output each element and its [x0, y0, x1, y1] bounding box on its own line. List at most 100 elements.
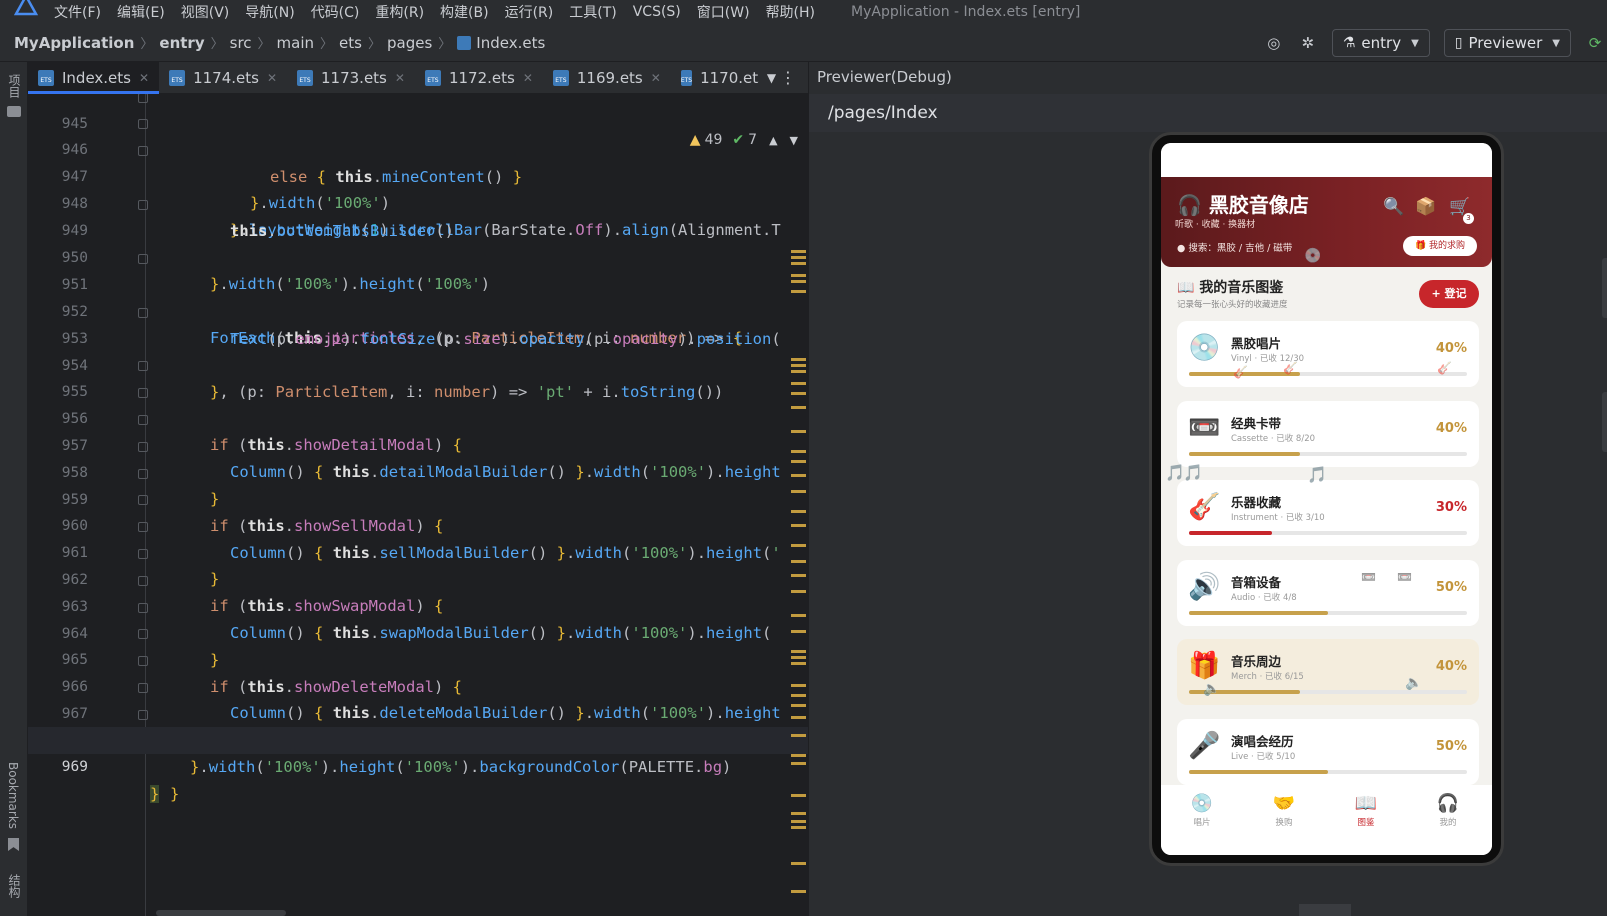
- chevron-down-icon[interactable]: ▼: [790, 134, 798, 147]
- menu-file[interactable]: 文件(F): [54, 2, 101, 22]
- horizontal-scrollbar[interactable]: [156, 910, 286, 916]
- chevron-down-icon[interactable]: ▼: [767, 71, 776, 85]
- category-card-merch[interactable]: 🎁 音乐周边 Merch · 已收 6/15 40%: [1177, 639, 1479, 705]
- error-stripe-mark[interactable]: [791, 544, 806, 547]
- fold-marker-icon[interactable]: [138, 469, 148, 479]
- error-stripe-mark[interactable]: [791, 754, 806, 757]
- close-icon[interactable]: ✕: [523, 71, 533, 85]
- fold-marker-icon[interactable]: [138, 495, 148, 505]
- project-tool-button[interactable]: 项目: [6, 74, 23, 98]
- error-stripe-mark[interactable]: [791, 890, 806, 893]
- menu-tools[interactable]: 工具(T): [569, 2, 616, 22]
- fold-marker-icon[interactable]: [138, 522, 148, 532]
- fold-marker-icon[interactable]: [138, 361, 148, 371]
- error-stripe-mark[interactable]: [791, 474, 806, 477]
- fold-marker-icon[interactable]: [138, 308, 148, 318]
- fold-marker-icon[interactable]: [138, 200, 148, 210]
- error-stripe-mark[interactable]: [791, 794, 806, 797]
- error-stripe-mark[interactable]: [791, 370, 806, 373]
- package-icon[interactable]: 📦: [1415, 197, 1436, 217]
- close-icon[interactable]: ✕: [395, 71, 405, 85]
- tab-index-ets[interactable]: ETS Index.ets ✕: [28, 61, 160, 94]
- error-stripe-mark[interactable]: [791, 704, 806, 707]
- error-stripe-mark[interactable]: [791, 826, 806, 829]
- error-stripe-mark[interactable]: [791, 256, 806, 259]
- error-stripe-mark[interactable]: [791, 382, 806, 385]
- close-icon[interactable]: ✕: [139, 71, 149, 85]
- breadcrumb-project[interactable]: MyApplication: [14, 34, 134, 52]
- error-stripe-mark[interactable]: [791, 430, 806, 433]
- menu-refactor[interactable]: 重构(R): [375, 2, 424, 22]
- tab-catalog[interactable]: 📖 图鉴: [1341, 793, 1391, 828]
- error-stripe-mark[interactable]: [791, 450, 806, 453]
- error-stripe-mark[interactable]: [791, 280, 806, 283]
- more-options-icon[interactable]: ⋮: [780, 68, 796, 87]
- tab-records[interactable]: 💿 唱片: [1177, 793, 1227, 828]
- error-stripe-mark[interactable]: [791, 820, 806, 823]
- tab-1174-ets[interactable]: ETS 1174.ets ✕: [159, 62, 287, 94]
- error-stripe-mark[interactable]: [791, 684, 806, 687]
- register-button[interactable]: + 登记: [1419, 280, 1479, 308]
- fold-marker-icon[interactable]: [138, 656, 148, 666]
- breadcrumb-pages[interactable]: pages: [387, 34, 432, 52]
- breadcrumb-file[interactable]: Index.ets: [476, 34, 545, 52]
- error-stripe-mark[interactable]: [791, 650, 806, 653]
- error-stripe-mark[interactable]: [791, 812, 806, 815]
- error-stripe-mark[interactable]: [791, 590, 806, 593]
- fold-marker-icon[interactable]: [138, 710, 148, 720]
- tab-1173-ets[interactable]: ETS 1173.ets ✕: [287, 62, 415, 94]
- refresh-icon[interactable]: ⟳: [1585, 33, 1605, 53]
- error-stripe-mark[interactable]: [791, 250, 806, 253]
- bookmarks-tool-button[interactable]: Bookmarks: [6, 762, 20, 829]
- breadcrumb-src[interactable]: src: [230, 34, 252, 52]
- fold-marker-icon[interactable]: [138, 415, 148, 425]
- category-card-live[interactable]: 🎤 演唱会经历 Live · 已收 5/10 50%: [1177, 719, 1479, 785]
- tab-1170-ets[interactable]: ETS 1170.ets: [671, 62, 759, 94]
- menu-navigate[interactable]: 导航(N): [245, 2, 294, 22]
- error-stripe-mark[interactable]: [791, 460, 806, 463]
- error-stripe-mark[interactable]: [791, 406, 806, 409]
- error-stripe-mark[interactable]: [791, 656, 806, 659]
- tab-1172-ets[interactable]: ETS 1172.ets ✕: [415, 62, 543, 94]
- error-stripe-mark[interactable]: [791, 560, 806, 563]
- menu-run[interactable]: 运行(R): [505, 2, 554, 22]
- error-stripe-mark[interactable]: [791, 614, 806, 617]
- menu-code[interactable]: 代码(C): [311, 2, 360, 22]
- error-stripe-mark[interactable]: [791, 364, 806, 367]
- error-stripe-mark[interactable]: [791, 524, 806, 527]
- debug-bug-icon[interactable]: ✲: [1298, 33, 1318, 53]
- fold-marker-icon[interactable]: [138, 683, 148, 693]
- inspection-widget[interactable]: ▲ 49 ✔ 7 ▲ ▼: [689, 132, 798, 148]
- code-area[interactable]: 945 else { this.mineContent() } 946 }.wi…: [28, 94, 808, 916]
- fold-marker-icon[interactable]: [138, 119, 148, 129]
- error-stripe-mark[interactable]: [791, 274, 806, 277]
- category-card-audio[interactable]: 🔊 音箱设备 Audio · 已收 4/8 50%: [1177, 560, 1479, 626]
- module-selector[interactable]: ⚗ entry ▼: [1331, 29, 1430, 57]
- close-icon[interactable]: ✕: [651, 71, 661, 85]
- error-stripe-mark[interactable]: [791, 694, 806, 697]
- fold-marker-icon[interactable]: [138, 94, 148, 103]
- breadcrumb-ets[interactable]: ets: [339, 34, 362, 52]
- chevron-up-icon[interactable]: ▲: [769, 134, 777, 147]
- fold-marker-icon[interactable]: [138, 549, 148, 559]
- fold-marker-icon[interactable]: [138, 629, 148, 639]
- error-stripe-mark[interactable]: [791, 358, 806, 361]
- error-stripe-mark[interactable]: [791, 716, 806, 719]
- error-stripe-mark[interactable]: [791, 392, 806, 395]
- locate-icon[interactable]: ◎: [1264, 33, 1284, 53]
- search-magnifier-icon[interactable]: 🔍: [1383, 197, 1404, 217]
- breadcrumb-main[interactable]: main: [277, 34, 314, 52]
- error-stripe-mark[interactable]: [791, 490, 806, 493]
- category-card-instrument[interactable]: 🎸 乐器收藏 Instrument · 已收 3/10 30%: [1177, 480, 1479, 546]
- menu-build[interactable]: 构建(B): [440, 2, 489, 22]
- error-stripe-mark[interactable]: [791, 762, 806, 765]
- error-stripe-mark[interactable]: [791, 262, 806, 265]
- error-stripe-mark[interactable]: [791, 862, 806, 865]
- tab-1169-ets[interactable]: ETS 1169.ets ✕: [543, 62, 671, 94]
- category-card-vinyl[interactable]: 💿 黑胶唱片 Vinyl · 已收 12/30 40%: [1177, 321, 1479, 387]
- fold-marker-icon[interactable]: [138, 576, 148, 586]
- fold-marker-icon[interactable]: [138, 146, 148, 156]
- folder-icon[interactable]: [7, 106, 21, 117]
- menu-edit[interactable]: 编辑(E): [117, 2, 165, 22]
- error-stripe-mark[interactable]: [791, 290, 806, 293]
